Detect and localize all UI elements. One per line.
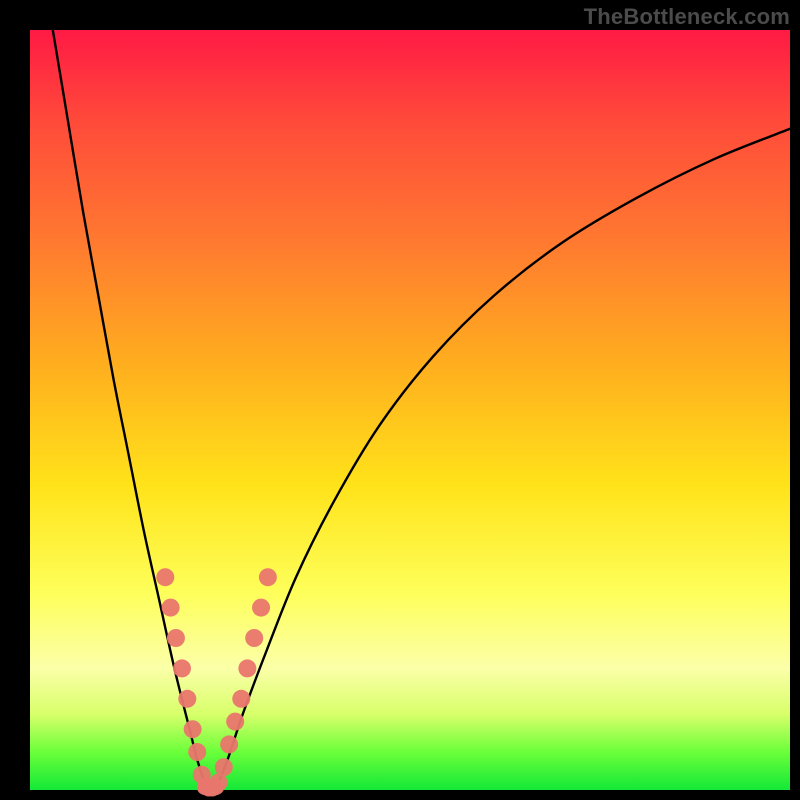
marker-dot [245, 629, 263, 647]
marker-group-right-cluster [209, 568, 276, 791]
marker-dot [252, 599, 270, 617]
plot-area [30, 30, 790, 790]
marker-dot [226, 713, 244, 731]
marker-dot [167, 629, 185, 647]
marker-dot [232, 690, 250, 708]
marker-dot [208, 779, 224, 795]
curve-right-curve [215, 129, 790, 790]
marker-dot [215, 758, 233, 776]
marker-dot [259, 568, 277, 586]
marker-dot [188, 743, 206, 761]
marker-dot [238, 659, 256, 677]
marker-dot [220, 735, 238, 753]
plot-svg [30, 30, 790, 790]
marker-dot [173, 659, 191, 677]
marker-group-bottom-fill [197, 779, 224, 797]
marker-dot [156, 568, 174, 586]
marker-dot [162, 599, 180, 617]
marker-group-left-cluster [156, 568, 215, 795]
chart-frame: TheBottleneck.com [0, 0, 800, 800]
watermark-text: TheBottleneck.com [584, 4, 790, 30]
marker-dot [184, 720, 202, 738]
marker-dot [178, 690, 196, 708]
